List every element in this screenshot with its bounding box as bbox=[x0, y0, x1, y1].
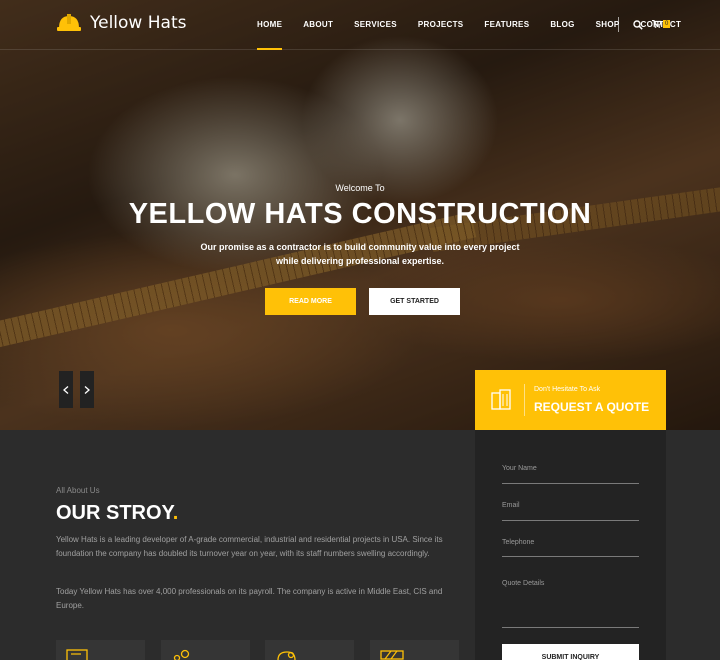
name-field-label: Your Name bbox=[502, 465, 537, 472]
nav-item-about[interactable]: ABOUT bbox=[303, 20, 333, 29]
about-section: All About Us OUR STROY. Yellow Hats is a… bbox=[0, 430, 720, 660]
quote-form: Your Name Email Telephone Quote Details … bbox=[475, 430, 666, 660]
about-paragraph: Today Yellow Hats has over 4,000 profess… bbox=[56, 587, 443, 610]
nav-item-projects[interactable]: PROJECTS bbox=[418, 20, 464, 29]
search-icon[interactable] bbox=[633, 20, 643, 30]
feature-card[interactable] bbox=[56, 640, 145, 660]
nav-item-services[interactable]: SERVICES bbox=[354, 20, 397, 29]
barrier-icon bbox=[380, 650, 404, 660]
name-field[interactable]: Your Name bbox=[502, 465, 639, 484]
hero-subtitle-line: Our promise as a contractor is to build … bbox=[200, 242, 520, 252]
read-more-button[interactable]: READ MORE bbox=[265, 288, 356, 315]
slider-next-button[interactable] bbox=[80, 371, 94, 408]
nav-divider bbox=[618, 17, 619, 32]
nav-item-home[interactable]: HOME bbox=[257, 20, 283, 50]
building-icon bbox=[491, 389, 511, 410]
chevron-right-icon bbox=[84, 385, 90, 394]
hero-subtitle-line: while delivering professional expertise. bbox=[275, 256, 445, 266]
telephone-field-label: Telephone bbox=[502, 539, 535, 546]
get-started-button[interactable]: GET STARTED bbox=[369, 288, 460, 315]
certificate-icon bbox=[66, 649, 88, 660]
about-title: OUR STROY. bbox=[56, 502, 178, 525]
about-title-text: OUR STROY bbox=[56, 502, 173, 524]
feature-card[interactable] bbox=[265, 640, 354, 660]
email-field[interactable]: Email bbox=[502, 502, 639, 521]
hero-subtitle: Our promise as a contractor is to build … bbox=[0, 240, 720, 268]
tools-icon bbox=[277, 651, 296, 660]
nav-item-shop[interactable]: SHOP bbox=[596, 20, 620, 29]
feature-card[interactable] bbox=[161, 640, 250, 660]
about-title-dot: . bbox=[172, 502, 179, 524]
feature-card[interactable] bbox=[370, 640, 459, 660]
nav-item-blog[interactable]: BLOG bbox=[550, 20, 574, 29]
hero-title: YELLOW HATS CONSTRUCTION bbox=[128, 198, 592, 230]
team-icon bbox=[173, 649, 190, 660]
cart-button[interactable]: 0 bbox=[652, 20, 671, 28]
quote-details-field[interactable]: Quote Details bbox=[502, 580, 639, 628]
chevron-left-icon bbox=[63, 385, 69, 394]
site-header: Yellow Hats HOME ABOUT SERVICES PROJECTS… bbox=[0, 0, 720, 50]
submit-inquiry-button[interactable]: SUBMIT INQUIRY bbox=[502, 644, 639, 660]
telephone-field[interactable]: Telephone bbox=[502, 539, 639, 557]
logo-text: Yellow Hats bbox=[90, 13, 187, 33]
hard-hat-icon bbox=[57, 14, 81, 31]
quote-title: REQUEST A QUOTE bbox=[534, 400, 650, 414]
quote-kicker: Don't Hesitate To Ask bbox=[534, 386, 601, 393]
about-kicker: All About Us bbox=[56, 486, 100, 495]
nav-item-features[interactable]: FEATURES bbox=[484, 20, 529, 29]
about-paragraph: Yellow Hats is a leading developer of A-… bbox=[56, 535, 443, 558]
quote-details-field-label: Quote Details bbox=[502, 580, 545, 587]
hero-welcome: Welcome To bbox=[335, 183, 385, 193]
quote-divider bbox=[524, 384, 525, 416]
request-quote-box[interactable]: Don't Hesitate To Ask REQUEST A QUOTE bbox=[475, 370, 666, 430]
cart-count-badge: 0 bbox=[663, 20, 671, 28]
cart-icon bbox=[652, 20, 661, 28]
email-field-label: Email bbox=[502, 502, 520, 509]
slider-prev-button[interactable] bbox=[59, 371, 73, 408]
logo[interactable]: Yellow Hats bbox=[56, 12, 186, 34]
